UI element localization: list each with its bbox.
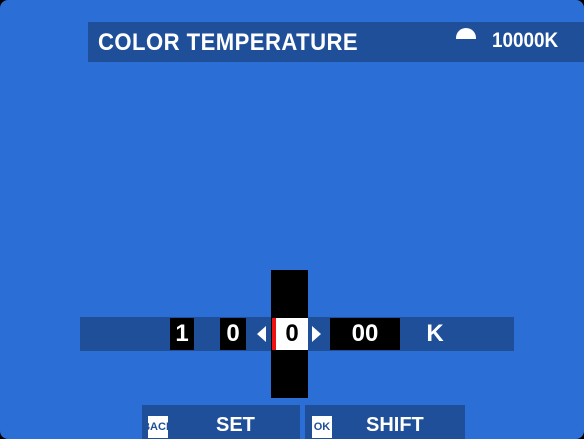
digit-2[interactable]: 0: [220, 318, 246, 350]
camera-screen: COLOR TEMPERATURE 10000K 1 0 0 00 K BACK…: [0, 0, 584, 439]
set-label: SET: [216, 414, 255, 436]
digit-3-selected[interactable]: 0: [272, 318, 308, 350]
digit-1[interactable]: 1: [170, 318, 194, 350]
unit-label: K: [426, 320, 444, 347]
white-balance-icon: [456, 28, 476, 39]
arrow-right-icon[interactable]: [312, 326, 321, 342]
ok-key-icon: OK: [312, 416, 332, 438]
back-key-icon: BACK: [142, 416, 174, 438]
shift-label: SHIFT: [366, 414, 424, 436]
arrow-left-icon[interactable]: [257, 326, 266, 342]
digit-4[interactable]: 00: [330, 318, 400, 350]
title-bar: COLOR TEMPERATURE 10000K: [88, 22, 584, 62]
page-title: COLOR TEMPERATURE: [98, 29, 359, 56]
white-balance-value: 10000K: [492, 29, 559, 52]
